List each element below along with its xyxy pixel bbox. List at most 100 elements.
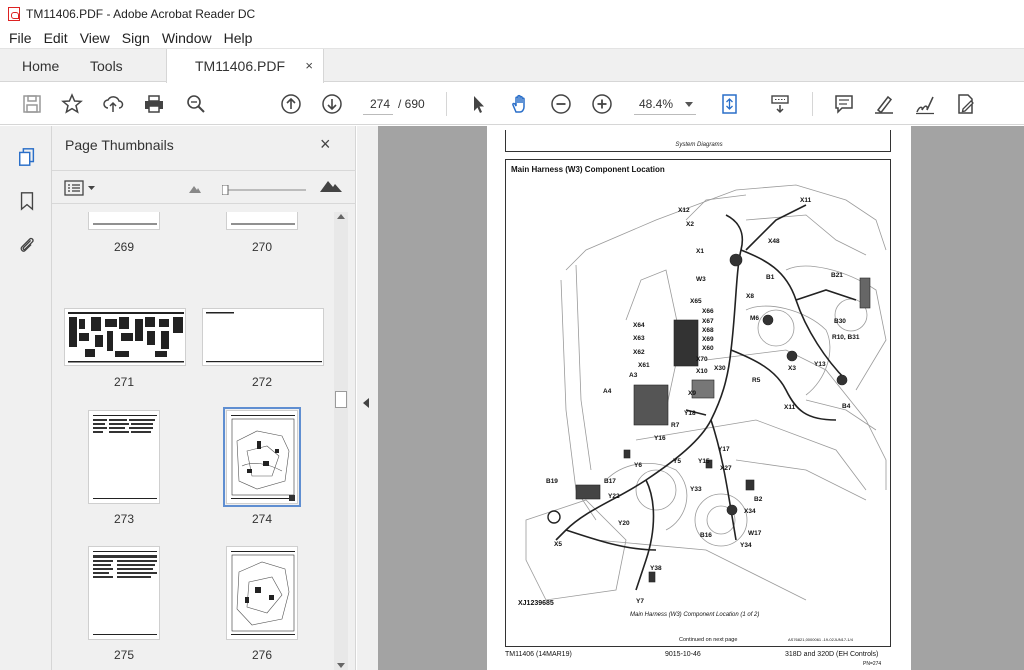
callout-label: Y34 (740, 542, 752, 549)
callout-label: X5 (554, 541, 562, 548)
tab-tools[interactable]: Tools (90, 49, 123, 82)
zoom-in-icon[interactable] (590, 92, 614, 116)
tab-home[interactable]: Home (22, 49, 59, 82)
window-title: TM11406.PDF - Adobe Acrobat Reader DC (26, 6, 256, 21)
thumbnail-page-269[interactable] (88, 212, 160, 230)
callout-label: Y5 (673, 458, 681, 465)
sign-icon[interactable] (913, 92, 937, 116)
page-thumbnails-icon[interactable] (16, 146, 38, 168)
callout-label: A3 (629, 372, 638, 379)
harness-diagram-drawing (525, 184, 887, 601)
callout-label: B16 (700, 532, 712, 539)
callout-label: Y13 (814, 361, 826, 368)
callout-label: X9 (688, 390, 696, 397)
tab-close-icon[interactable]: × (305, 58, 313, 73)
page-down-icon[interactable] (320, 92, 344, 116)
menu-sign[interactable]: Sign (116, 30, 156, 46)
callout-label: R5 (752, 377, 761, 384)
thumbnail-page-271[interactable] (64, 308, 186, 366)
thumbnail-page-272[interactable] (202, 308, 324, 366)
scrollbar-thumb[interactable] (335, 391, 347, 408)
acrobat-app-icon (8, 6, 20, 21)
callout-label: X62 (633, 349, 645, 356)
zoom-search-icon[interactable] (184, 92, 208, 116)
callout-label: A4 (603, 388, 612, 395)
scroll-mode-icon[interactable] (768, 92, 792, 116)
title-bar: TM11406.PDF - Adobe Acrobat Reader DC (0, 0, 1024, 27)
thumbnail-page-273[interactable] (88, 410, 160, 504)
callout-label: Y20 (618, 520, 630, 527)
callout-label: X48 (768, 238, 780, 245)
callout-label: Y15 (698, 458, 710, 465)
thumbnail-toolbar (52, 170, 356, 204)
attachment-icon[interactable] (16, 234, 38, 256)
page-up-icon[interactable] (279, 92, 303, 116)
comment-icon[interactable] (832, 92, 856, 116)
menu-help[interactable]: Help (218, 30, 259, 46)
tab-document[interactable]: TM11406.PDF × (166, 49, 324, 83)
select-cursor-icon[interactable] (466, 92, 490, 116)
callout-label: Y33 (690, 486, 702, 493)
page-header: System Diagrams (505, 130, 891, 152)
left-rail (0, 126, 52, 670)
zoom-out-icon[interactable] (549, 92, 573, 116)
thumbnail-size-slider[interactable] (221, 183, 306, 196)
menu-view[interactable]: View (74, 30, 116, 46)
callout-label: X27 (720, 465, 732, 472)
thumbnails-scrollbar[interactable] (334, 212, 348, 670)
edit-pdf-icon[interactable] (954, 92, 978, 116)
large-thumbnail-icon (320, 178, 342, 195)
callout-label: X11 (784, 404, 796, 411)
bookmark-star-icon[interactable] (60, 92, 84, 116)
menu-window[interactable]: Window (156, 30, 218, 46)
callout-label: X64 (633, 322, 645, 329)
small-thumbnail-icon (189, 181, 201, 196)
callout-label: X30 (714, 365, 726, 372)
pdf-page: System Diagrams Main Harness (W3) Compon… (487, 126, 911, 670)
callout-label: B19 (546, 478, 558, 485)
toolbar-divider (812, 92, 813, 116)
callout-label: X69 (702, 336, 714, 343)
scroll-up-icon[interactable] (337, 214, 345, 219)
callout-label: R10, B31 (832, 334, 860, 341)
panel-close-icon[interactable]: × (320, 134, 331, 155)
thumbnail-page-275[interactable] (88, 546, 160, 640)
zoom-select[interactable]: 48.4% (634, 93, 696, 115)
thumbnail-page-270[interactable] (226, 212, 298, 230)
footer-page: PN=274 (863, 661, 882, 667)
scroll-down-icon[interactable] (337, 663, 345, 668)
highlight-icon[interactable] (872, 92, 896, 116)
thumbnail-page-274[interactable] (223, 407, 301, 507)
collapse-panel-icon[interactable] (363, 398, 369, 408)
callout-label: B21 (831, 272, 843, 279)
bookmark-icon[interactable] (16, 190, 38, 212)
toolbar: 274 / 690 48.4% (0, 83, 1024, 125)
chevron-down-icon (685, 102, 693, 107)
thumbnails-panel: Page Thumbnails × 269 270 271 272 273 27… (52, 126, 356, 670)
callout-label: X60 (702, 345, 714, 352)
thumbnail-label: 269 (113, 240, 135, 254)
fit-page-icon[interactable] (718, 92, 742, 116)
callout-label: B2 (754, 496, 763, 503)
footer-right: 318D and 320D (EH Controls) (785, 651, 879, 658)
hand-icon[interactable] (508, 92, 532, 116)
menu-file[interactable]: File (0, 30, 38, 46)
upload-icon[interactable] (101, 92, 125, 116)
callout-label: B17 (604, 478, 616, 485)
callout-label: M6 (750, 315, 760, 322)
page-number-input[interactable]: 274 (363, 93, 393, 115)
print-icon[interactable] (142, 92, 166, 116)
thumbnail-page-276[interactable] (226, 546, 298, 640)
callout-label: W17 (748, 530, 762, 537)
thumbnail-label: 274 (251, 512, 273, 526)
options-menu-icon[interactable] (64, 180, 98, 199)
callout-label: X11 (800, 197, 812, 204)
callout-label: X68 (702, 327, 714, 334)
menu-edit[interactable]: Edit (38, 30, 74, 46)
footer-left: TM11406 (14MAR19) (505, 651, 572, 658)
save-icon[interactable] (20, 92, 44, 116)
panel-collapse-strip[interactable] (357, 126, 378, 670)
document-viewer[interactable]: System Diagrams Main Harness (W3) Compon… (378, 126, 1024, 670)
page-header-text: System Diagrams (675, 142, 723, 148)
callout-label: X61 (638, 362, 650, 369)
